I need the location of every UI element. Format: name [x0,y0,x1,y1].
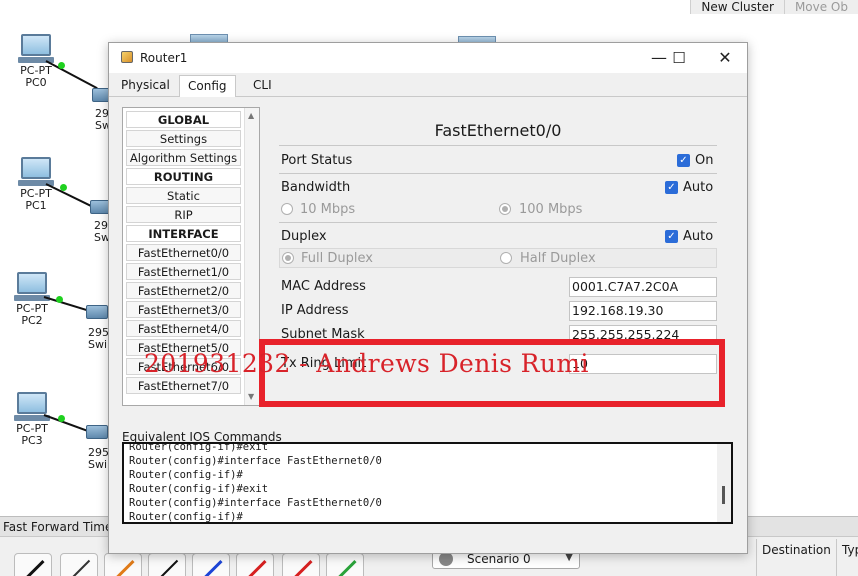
tab-config[interactable]: Config [179,75,236,97]
ios-scrollbar[interactable] [717,444,731,522]
copper-cross-cable-icon[interactable] [104,553,142,576]
port-status-value: On [695,153,714,168]
pc-icon [21,34,51,56]
maximize-icon[interactable]: ☐ [659,47,699,69]
port-status-checkbox[interactable]: ✓ [677,154,690,167]
pc-icon [17,392,47,414]
pc1-device[interactable]: PC-PT PC1 [13,157,59,212]
ip-address-field[interactable]: 192.168.19.30 [569,301,717,321]
router-icon [121,51,133,63]
ios-line: Router(config-if)# [129,469,243,481]
bandwidth-auto-label: Auto [683,180,714,195]
device-name-label: PC2 [21,314,43,327]
pc3-device[interactable]: PC-PT PC3 [9,392,55,447]
nav-header-global: GLOBAL [126,111,241,128]
serial-dte-clock-icon[interactable] [236,553,274,576]
fast-forward-time-button[interactable]: Fast Forward Time [3,520,112,534]
switch-label: 295 Swi [88,326,109,351]
full-duplex-label: Full Duplex [301,251,373,266]
scenario-icon [439,552,453,566]
nav-item-fastethernet2-0[interactable]: FastEthernet2/0 [126,282,241,299]
device-name-label: PC0 [25,76,47,89]
duplex-auto-label: Auto [683,229,714,244]
scenario-value: Scenario 0 [467,552,531,566]
port-status-label: Port Status [281,153,353,168]
ip-address-label: IP Address [281,303,349,318]
switch-icon[interactable] [86,305,108,319]
bandwidth-auto-checkbox[interactable]: ✓ [665,181,678,194]
nav-item-fastethernet0-0[interactable]: FastEthernet0/0 [126,244,241,261]
ios-commands-console[interactable]: Router(config-if)#exit Router(config)#in… [122,442,733,524]
new-cluster-button[interactable]: New Cluster [690,0,784,14]
nav-item-algorithm-settings[interactable]: Algorithm Settings [126,149,241,166]
top-toolbar: New Cluster Move Ob [690,0,858,14]
bandwidth-10-radio[interactable] [281,203,293,215]
serial-dte-icon[interactable] [282,553,320,576]
nav-item-fastethernet3-0[interactable]: FastEthernet3/0 [126,301,241,318]
move-object-button[interactable]: Move Ob [783,0,858,14]
interface-title: FastEthernet0/0 [434,121,562,140]
scroll-up-icon[interactable]: ▲ [248,111,254,120]
nav-item-settings[interactable]: Settings [126,130,241,147]
serial-dce-icon[interactable] [192,553,230,576]
half-duplex-radio[interactable] [500,252,512,264]
nav-item-static[interactable]: Static [126,187,241,204]
duplex-label: Duplex [281,229,327,244]
duplex-options: Full Duplex Half Duplex [279,248,717,268]
console-cable-icon[interactable] [60,553,98,576]
bandwidth-100-radio[interactable] [499,203,511,215]
window-titlebar[interactable]: Router1 — ☐ ✕ [109,43,747,73]
straight-cable-icon[interactable] [14,553,52,576]
ios-line: Router(config-if)#exit [129,483,269,495]
bandwidth-label: Bandwidth [281,180,351,195]
link-status-dot [58,62,65,69]
tab-cli[interactable]: CLI [245,75,280,97]
destination-column-header[interactable]: Destination [762,543,831,557]
nav-item-fastethernet4-0[interactable]: FastEthernet4/0 [126,320,241,337]
mac-address-label: MAC Address [281,279,366,294]
duplex-auto-checkbox[interactable]: ✓ [665,230,678,243]
pc0-device[interactable]: PC-PT PC0 [13,34,59,89]
link-status-dot [58,415,65,422]
ios-line: Router(config-if)#exit [129,442,269,453]
device-name-label: PC3 [21,434,43,447]
full-duplex-radio[interactable] [282,252,294,264]
nav-header-routing: ROUTING [126,168,241,185]
config-tab-content: GLOBAL Settings Algorithm Settings ROUTI… [109,97,747,553]
nav-header-interface: INTERFACE [126,225,241,242]
mac-address-field[interactable]: 0001.C7A7.2C0A [569,277,717,297]
switch-label: 295 Swi [88,446,109,471]
device-name-label: PC1 [25,199,47,212]
scroll-down-icon[interactable]: ▼ [248,392,254,401]
link-status-dot [56,296,63,303]
fiber-cable-icon[interactable] [326,553,364,576]
watermark-text: 201931232 - Andrews Denis Rumi [144,349,589,378]
bandwidth-100-label: 100 Mbps [519,202,583,217]
type-column-header[interactable]: Typ [842,543,858,557]
bandwidth-10-label: 10 Mbps [300,202,356,217]
window-title: Router1 [140,51,188,65]
ios-line: Router(config)#interface FastEthernet0/0 [129,497,382,509]
link-status-dot [60,184,67,191]
router-config-window[interactable]: Router1 — ☐ ✕ Physical Config CLI GLOBAL… [108,42,748,554]
nav-item-fastethernet1-0[interactable]: FastEthernet1/0 [126,263,241,280]
crossover-cable-icon[interactable] [148,553,186,576]
pc-icon [21,157,51,179]
tab-physical[interactable]: Physical [113,75,178,97]
half-duplex-label: Half Duplex [520,251,596,266]
window-tabs: Physical Config CLI [109,73,747,97]
ios-line: Router(config)#interface FastEthernet0/0 [129,455,382,467]
ios-line: Router(config-if)# [129,511,243,523]
close-icon[interactable]: ✕ [705,47,745,69]
pc-icon [17,272,47,294]
nav-item-rip[interactable]: RIP [126,206,241,223]
switch-icon[interactable] [86,425,108,439]
nav-item-fastethernet7-0[interactable]: FastEthernet7/0 [126,377,241,394]
